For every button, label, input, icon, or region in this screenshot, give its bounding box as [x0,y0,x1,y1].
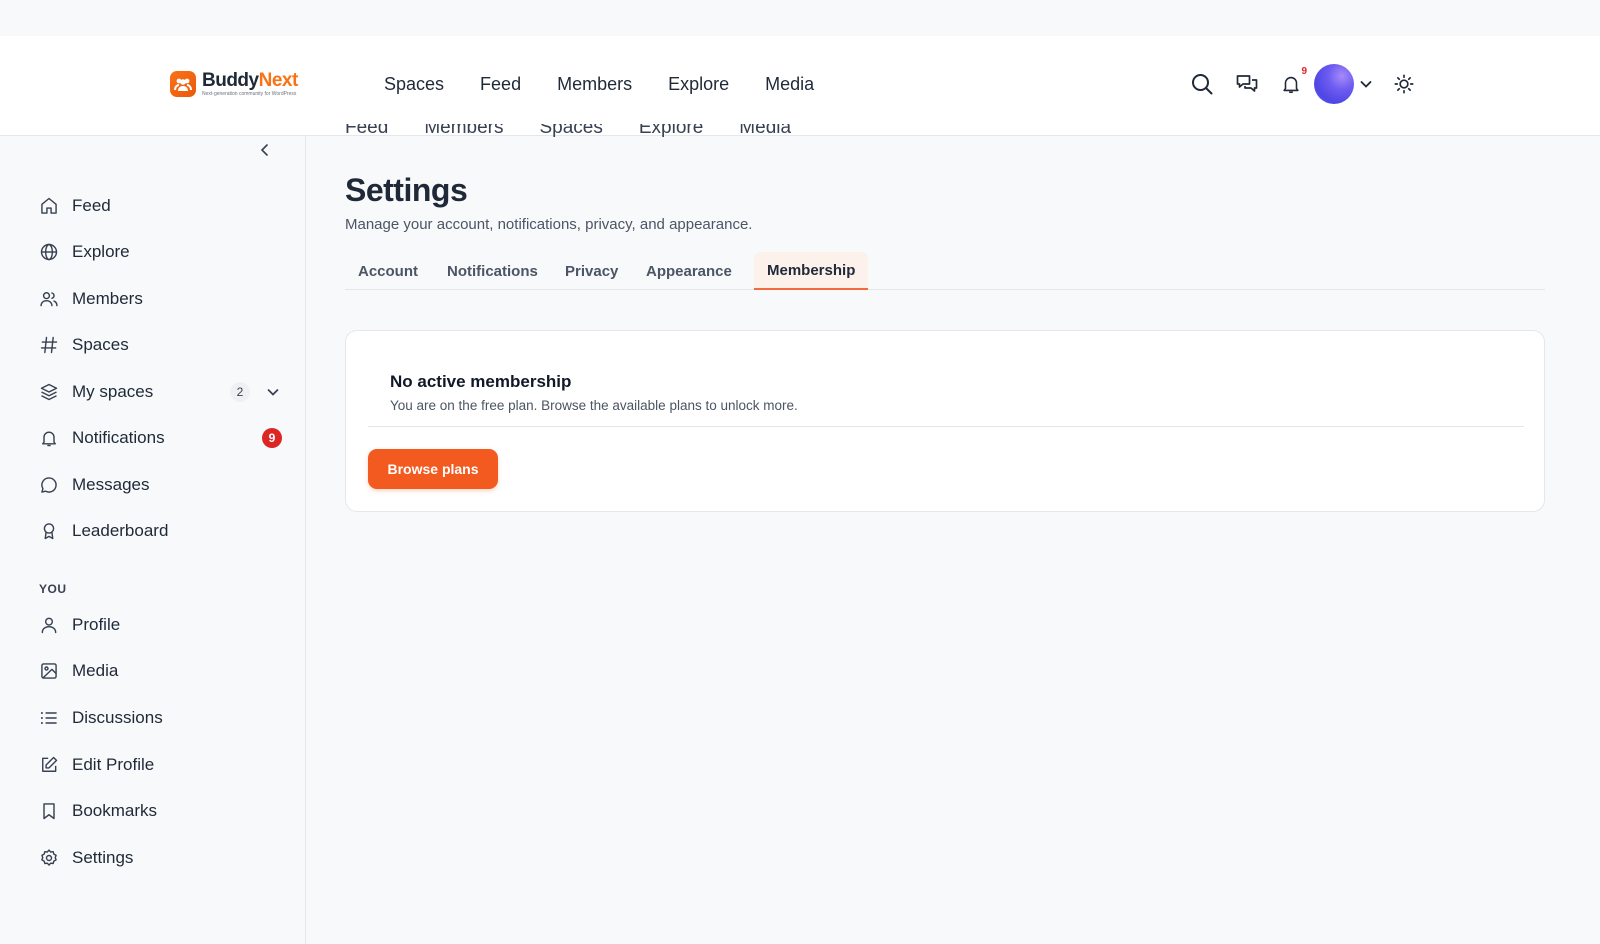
messages-icon[interactable] [1233,70,1261,98]
tab-membership[interactable]: Membership [754,252,869,290]
sidebar-item-label: Profile [72,615,121,634]
divider [368,426,1524,427]
sub-nav-spaces[interactable]: Spaces [540,124,603,146]
sidebar: Feed Explore Members Spaces My spaces 2 … [0,136,306,944]
top-nav-spaces[interactable]: Spaces [384,74,444,95]
tab-appearance[interactable]: Appearance [633,252,745,290]
sidebar-item-feed[interactable]: Feed [38,191,288,221]
sidebar-item-edit-profile[interactable]: Edit Profile [38,750,288,780]
list-icon [38,707,60,729]
user-icon [38,614,60,636]
sidebar-item-label: Notifications [72,428,165,447]
page-subtitle: Manage your account, notifications, priv… [345,216,753,233]
sidebar-item-spaces[interactable]: Spaces [38,330,288,360]
home-icon [38,195,60,217]
sidebar-item-my-spaces[interactable]: My spaces 2 [38,377,288,407]
search-icon[interactable] [1188,70,1216,98]
sidebar-item-notifications[interactable]: Notifications 9 [38,423,288,453]
logo-name-part2: Next [258,70,299,91]
notifications-badge: 9 [262,428,282,448]
settings-tabs: Account Notifications Privacy Appearance… [345,252,1545,290]
logo[interactable]: BuddyNext Next-generation community for … [170,71,298,97]
gear-icon [38,847,60,869]
avatar[interactable] [1314,64,1354,104]
sub-nav-feed[interactable]: Feed [345,124,388,146]
sidebar-item-label: Feed [72,196,111,215]
sub-nav-media[interactable]: Media [739,124,791,146]
sub-nav-explore[interactable]: Explore [639,124,703,146]
sidebar-item-members[interactable]: Members [38,284,288,314]
collapse-sidebar-icon[interactable] [255,140,275,160]
sidebar-item-bookmarks[interactable]: Bookmarks [38,796,288,826]
sidebar-item-label: Explore [72,242,130,261]
image-icon [38,660,60,682]
sidebar-item-label: Bookmarks [72,801,158,820]
sidebar-item-leaderboard[interactable]: Leaderboard [38,516,288,546]
top-strip [0,0,1600,36]
sidebar-item-label: Media [72,661,119,680]
my-spaces-count-badge: 2 [230,382,250,402]
chat-icon [38,474,60,496]
sidebar-item-explore[interactable]: Explore [38,237,288,267]
sidebar-item-label: Spaces [72,335,129,354]
membership-card: No active membership You are on the free… [345,330,1545,512]
sidebar-item-label: Members [72,289,143,308]
bell-icon[interactable]: 9 [1277,66,1307,98]
top-nav: Spaces Feed Members Explore Media [384,74,814,95]
top-nav-feed[interactable]: Feed [480,74,521,95]
membership-description: You are on the free plan. Browse the ava… [390,398,798,413]
logo-name: BuddyNext [202,71,298,90]
users-icon [38,288,60,310]
logo-mark-icon [170,71,196,97]
bell-badge: 9 [1301,66,1307,77]
header-actions: 9 [1188,64,1418,104]
section-label-you: YOU [39,582,67,596]
chevron-down-icon[interactable] [1356,70,1376,98]
browse-plans-button[interactable]: Browse plans [368,449,498,489]
tab-notifications[interactable]: Notifications [434,252,551,290]
sun-icon[interactable] [1390,70,1418,98]
sub-nav-members[interactable]: Members [424,124,503,146]
hash-icon [38,334,60,356]
top-nav-explore[interactable]: Explore [668,74,729,95]
page-title: Settings [345,172,468,208]
sidebar-item-messages[interactable]: Messages [38,470,288,500]
sidebar-item-media[interactable]: Media [38,656,288,686]
sidebar-item-discussions[interactable]: Discussions [38,703,288,733]
layers-icon [38,381,60,403]
award-icon [38,520,60,542]
sidebar-item-label: My spaces [72,382,154,401]
top-nav-members[interactable]: Members [557,74,632,95]
logo-name-part1: Buddy [202,70,259,91]
edit-icon [38,754,60,776]
bookmark-icon [38,800,60,822]
sub-nav: Feed Members Spaces Explore Media [345,124,791,146]
tab-privacy[interactable]: Privacy [552,252,631,290]
globe-icon [38,241,60,263]
top-nav-media[interactable]: Media [765,74,814,95]
sidebar-item-label: Edit Profile [72,755,155,774]
chevron-down-icon[interactable] [266,385,280,404]
sidebar-item-label: Messages [72,475,150,494]
sidebar-item-label: Leaderboard [72,521,169,540]
bell-icon [38,427,60,449]
logo-tagline: Next-generation community for WordPress [202,91,297,97]
sidebar-item-settings[interactable]: Settings [38,843,288,873]
sidebar-item-label: Settings [72,848,134,867]
top-header: BuddyNext Next-generation community for … [0,36,1600,136]
membership-title: No active membership [390,372,572,391]
sidebar-item-profile[interactable]: Profile [38,610,288,640]
sidebar-item-label: Discussions [72,708,163,727]
tab-account[interactable]: Account [345,252,431,290]
